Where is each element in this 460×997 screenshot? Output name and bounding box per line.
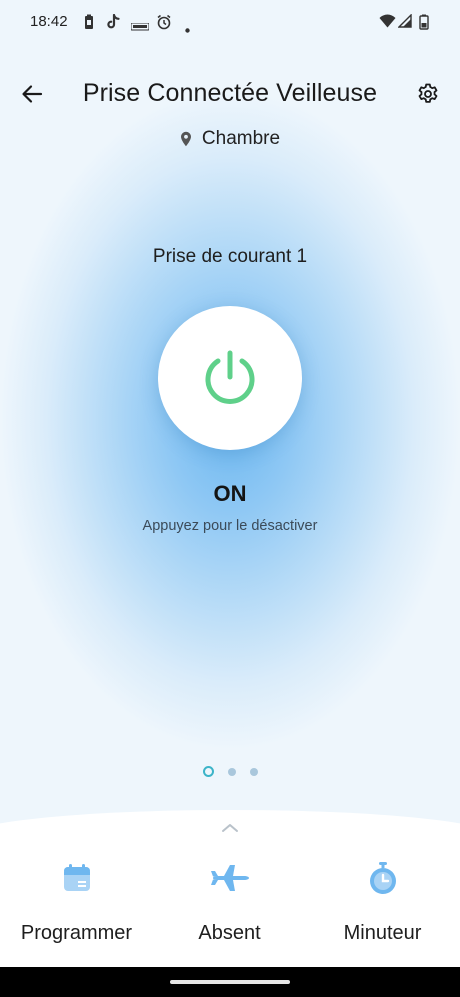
battery-saver-icon [84,14,94,35]
location: Chambre [0,128,460,150]
away-label: Absent [198,922,261,944]
outlet-label: Prise de courant 1 [152,246,308,267]
schedule-button[interactable]: Programmer [0,858,153,958]
away-button[interactable]: Absent [153,858,306,958]
system-nav-bar [0,967,460,997]
power-state-hint: Appuyez pour le désactiver [142,518,318,534]
gear-icon [418,83,438,103]
cast-icon [130,18,150,36]
page-indicator [0,766,460,777]
power-button[interactable] [158,306,302,450]
signal-icon [397,13,412,33]
wifi-icon [379,14,396,33]
power-icon [205,350,255,404]
tiktok-icon [106,13,121,35]
page-title: Prise Connectée Veilleuse [82,79,378,107]
timer-label: Minuteur [343,922,422,944]
dot-icon [185,20,190,38]
airplane-icon [210,858,250,898]
home-gesture-handle[interactable] [170,980,290,984]
calendar-icon [57,858,97,898]
battery-icon [419,14,429,35]
chevron-up-icon [222,824,238,832]
expand-sheet-button[interactable] [218,820,242,836]
page-dot-2[interactable] [227,767,236,776]
power-state-label: ON [213,481,247,506]
status-bar: 18:42 [0,0,460,44]
settings-button[interactable] [412,78,444,110]
status-time: 18:42 [30,13,68,30]
page-dot-1[interactable] [202,766,214,777]
location-room: Chambre [201,128,281,149]
screen: 18:42 Prise Connectée Veilleuse Chambre … [0,0,460,997]
schedule-label: Programmer [20,922,133,944]
alarm-icon [156,14,172,35]
timer-icon [363,858,403,898]
timer-button[interactable]: Minuteur [306,858,459,958]
page-dot-3[interactable] [249,767,258,776]
location-pin-icon [180,131,191,147]
